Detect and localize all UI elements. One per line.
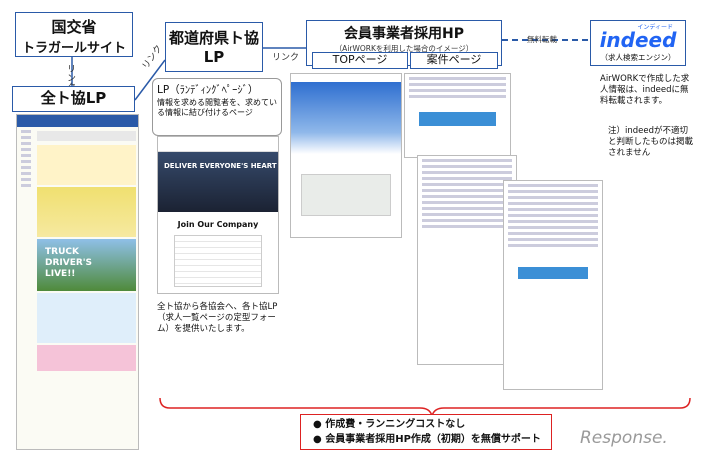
lp-note-title: LP（ﾗﾝﾃﾞｨﾝｸﾞﾍﾟｰｼﾞ） [157, 84, 259, 96]
top-page-tab: TOPページ [312, 52, 408, 69]
caution-note: 注）indeedが不適切と判断したものは掲載されません [608, 126, 694, 158]
indeed-node: インディード indeed （求人検索エンジン） [590, 20, 686, 66]
job-page-screenshot-1 [404, 73, 511, 158]
form-note: 全ト協から各協会へ、各ト協LP（求人一覧ページの定型フォーム）を提供いたします。 [157, 302, 278, 334]
lp-section-title: Join Our Company [177, 220, 259, 229]
lp-note-box: LP（ﾗﾝﾃﾞｨﾝｸﾞﾍﾟｰｼﾞ） 情報を求める閲覧者を、求めている情報に結び付… [152, 78, 282, 136]
airwork-note: AirWORKで作成した求人情報は、indeedに無料転載されます。 [600, 74, 690, 106]
prefecture-lp-screenshot: DELIVER EVERYONE'S HEART Join Our Compan… [157, 136, 279, 294]
mlit-title: 国交省 [51, 18, 97, 36]
indeed-logo: indeed [599, 28, 677, 52]
top-page-screenshot [290, 73, 402, 238]
prefecture-subtitle: LP [203, 48, 225, 66]
mlit-subtitle: トラガールサイト [21, 41, 126, 56]
prefecture-title: 都道府県ト協 [168, 29, 259, 47]
member-hp-title: 会員事業者採用HP [344, 26, 464, 42]
summary-item: ● 会員事業者採用HP作成（初期）を無償サポート [313, 434, 541, 445]
prefecture-node: 都道府県ト協 LP [165, 22, 263, 72]
mlit-node: 国交省 トラガールサイト [15, 12, 133, 57]
lp-note-body: 情報を求める閲覧者を、求めている情報に結び付けるページ [157, 98, 277, 117]
indeed-caption: （求人検索エンジン） [600, 53, 676, 62]
watermark: Response. [580, 428, 668, 448]
job-page-screenshot-2 [417, 155, 517, 365]
left-site-banner: TRUCK DRIVER'S LIVE!! [45, 247, 93, 279]
summary-item: ● 作成費・ランニングコストなし [313, 419, 466, 430]
lp-hero-text: DELIVER EVERYONE'S HEART [164, 162, 277, 170]
summary-box: ● 作成費・ランニングコストなし ● 会員事業者採用HP作成（初期）を無償サポー… [300, 414, 552, 450]
zentokyo-site-screenshot: TRUCK DRIVER'S LIVE!! [16, 114, 139, 450]
job-page-screenshot-3 [503, 180, 603, 390]
job-page-tab: 案件ページ [410, 52, 498, 69]
edge-label-link: リンク [272, 53, 300, 63]
edge-label-free: 無料転載 [527, 35, 557, 44]
zentokyo-node: 全ト協LP [12, 86, 135, 112]
